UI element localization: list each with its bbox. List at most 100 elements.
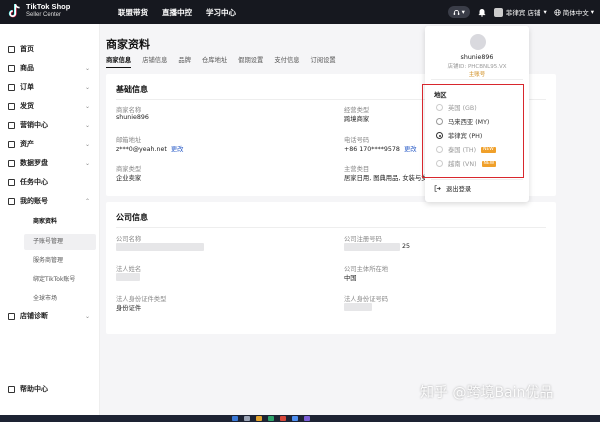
radio-button-selected [436, 132, 443, 139]
sidebar-subitem-sub-accounts[interactable]: 子账号管理 [33, 236, 63, 245]
region-option-gb[interactable]: 英国 (GB) [436, 103, 477, 112]
tiktok-shop-logo[interactable]: TikTok Shop Seller Center [8, 3, 70, 19]
windows-icon[interactable] [232, 416, 238, 421]
radio-button [436, 118, 443, 125]
id-type-label: 法人身份证件类型 [116, 296, 167, 303]
avatar [493, 7, 503, 17]
sidebar-subitem-merchant-profile[interactable]: 商家资料 [33, 216, 57, 225]
app-icon[interactable] [304, 416, 310, 421]
sidebar-item-shipping[interactable]: 发货 ⌄ [8, 101, 96, 111]
chevron-down-icon: ▾ [543, 8, 547, 16]
sidebar-item-task-center[interactable]: 任务中心 [8, 177, 96, 187]
sidebar-item-products[interactable]: 商品 ⌄ [8, 63, 96, 73]
email-label: 邮箱地址 [116, 137, 142, 144]
tab-shop-info[interactable]: 店铺信息 [142, 55, 167, 68]
divider [116, 227, 546, 228]
top-bar: TikTok Shop Seller Center 联盟带货 直播中控 学习中心… [0, 0, 600, 24]
region-option-ph[interactable]: 菲律宾 (PH) [436, 131, 482, 140]
search-icon[interactable] [244, 416, 250, 421]
browser-icon[interactable] [292, 416, 298, 421]
wallet-icon [8, 140, 15, 148]
sidebar-subitem-bind-tiktok[interactable]: 绑定TikTok账号 [33, 274, 75, 283]
sidebar-item-label: 我的账号 [20, 197, 48, 205]
chevron-down-icon: ⌄ [84, 102, 90, 110]
sidebar-item-label: 帮助中心 [20, 385, 48, 393]
main-category-value: 居家日用, 图典用品, 女装与女 [344, 175, 428, 182]
bell-icon[interactable] [477, 7, 487, 17]
sidebar-item-shop-diagnosis[interactable]: 店铺诊断 ⌄ [8, 311, 96, 321]
sidebar-item-help-center[interactable]: 帮助中心 [8, 384, 96, 394]
new-badge: NEW [481, 160, 497, 167]
tab-payment[interactable]: 支付信息 [274, 55, 299, 68]
os-taskbar [0, 415, 600, 422]
brand-line2: Seller Center [26, 12, 62, 18]
tab-warehouse[interactable]: 仓库地址 [202, 55, 227, 68]
company-info-title: 公司信息 [116, 213, 148, 222]
sidebar-item-label: 首页 [20, 45, 34, 53]
sidebar-item-data-compass[interactable]: 数据罗盘 ⌄ [8, 158, 96, 168]
company-reg-redacted [344, 243, 400, 251]
topnav-learning-center[interactable]: 学习中心 [206, 7, 236, 18]
chevron-up-icon: ⌃ [84, 197, 90, 205]
region-option-th[interactable]: 泰国 (TH) NEW [436, 145, 496, 154]
help-icon [8, 385, 15, 393]
support-button[interactable]: ▾ [447, 6, 470, 18]
tab-merchant-info[interactable]: 商家信息 [106, 55, 132, 68]
tab-brand[interactable]: 品牌 [178, 55, 191, 68]
order-icon [8, 83, 15, 91]
business-type-label: 经营类型 [344, 107, 370, 114]
company-reg-label: 公司注册号码 [344, 236, 382, 243]
brand-line1: TikTok Shop [26, 2, 71, 11]
id-number-label: 法人身份证号码 [344, 296, 389, 303]
shop-name: 菲律宾 店铺 [505, 9, 541, 17]
business-type-value: 跨境商家 [344, 116, 370, 123]
language-selector[interactable]: 简体中文 ▾ [554, 7, 594, 17]
user-icon [8, 197, 15, 205]
folder-icon[interactable] [256, 416, 262, 421]
sidebar-subitem-service-providers[interactable]: 服务商管理 [33, 255, 63, 264]
sidebar-item-label: 商品 [20, 64, 34, 72]
phone-label: 电话号码 [344, 137, 370, 144]
region-option-vn[interactable]: 越南 (VN) NEW [436, 159, 497, 168]
change-phone-link[interactable]: 更改 [404, 146, 417, 153]
page-title: 商家资料 [106, 38, 150, 51]
tab-subscription[interactable]: 订阅设置 [311, 55, 336, 68]
divider [431, 79, 523, 80]
change-email-link[interactable]: 更改 [171, 146, 184, 153]
tab-holiday[interactable]: 假期设置 [238, 55, 263, 68]
merchant-name-label: 商家名称 [116, 107, 142, 114]
region-label: 马来西亚 (MY) [448, 119, 490, 126]
legal-name-redacted [116, 273, 140, 281]
app-icon[interactable] [280, 416, 286, 421]
email-row: z***0@yeah.net 更改 [116, 144, 183, 153]
app-icon[interactable] [268, 416, 274, 421]
region-label: 英国 (GB) [448, 105, 477, 112]
topnav-affiliate[interactable]: 联盟带货 [118, 7, 148, 18]
radio-button [436, 160, 443, 167]
divider [431, 179, 523, 180]
account-menu-trigger[interactable]: 菲律宾 店铺 ▾ [493, 7, 547, 17]
topnav-live-console[interactable]: 直播中控 [162, 7, 192, 18]
sidebar-item-assets[interactable]: 资产 ⌄ [8, 139, 96, 149]
sidebar-item-home[interactable]: 首页 [8, 44, 96, 54]
email-value: z***0@yeah.net [116, 146, 167, 153]
logout-button[interactable]: 退出登录 [434, 184, 471, 193]
main-category-label: 主营类目 [344, 166, 370, 173]
task-icon [8, 178, 15, 186]
box-icon [8, 64, 15, 72]
truck-icon [8, 102, 15, 110]
company-info-card: 公司信息 公司名称 公司注册号码 25 法人姓名 公司主体所在地 中国 法人身份… [106, 202, 556, 334]
sidebar-item-label: 发货 [20, 102, 34, 110]
megaphone-icon [8, 121, 15, 129]
sidebar-item-orders[interactable]: 订单 ⌄ [8, 82, 96, 92]
profile-tabs: 商家信息 店铺信息 品牌 仓库地址 假期设置 支付信息 订阅设置 [106, 55, 336, 68]
sidebar-subitem-global-market[interactable]: 全球市场 [33, 293, 57, 302]
chevron-down-icon: ▾ [461, 8, 465, 16]
sidebar-item-marketing[interactable]: 营销中心 ⌄ [8, 120, 96, 130]
chevron-down-icon: ▾ [590, 8, 594, 16]
sidebar-item-my-account[interactable]: 我的账号 ⌃ [8, 196, 96, 206]
region-label: 泰国 (TH) [448, 147, 477, 154]
chevron-down-icon: ⌄ [84, 83, 90, 91]
id-type-value: 身份证件 [116, 305, 142, 312]
region-option-my[interactable]: 马来西亚 (MY) [436, 117, 489, 126]
